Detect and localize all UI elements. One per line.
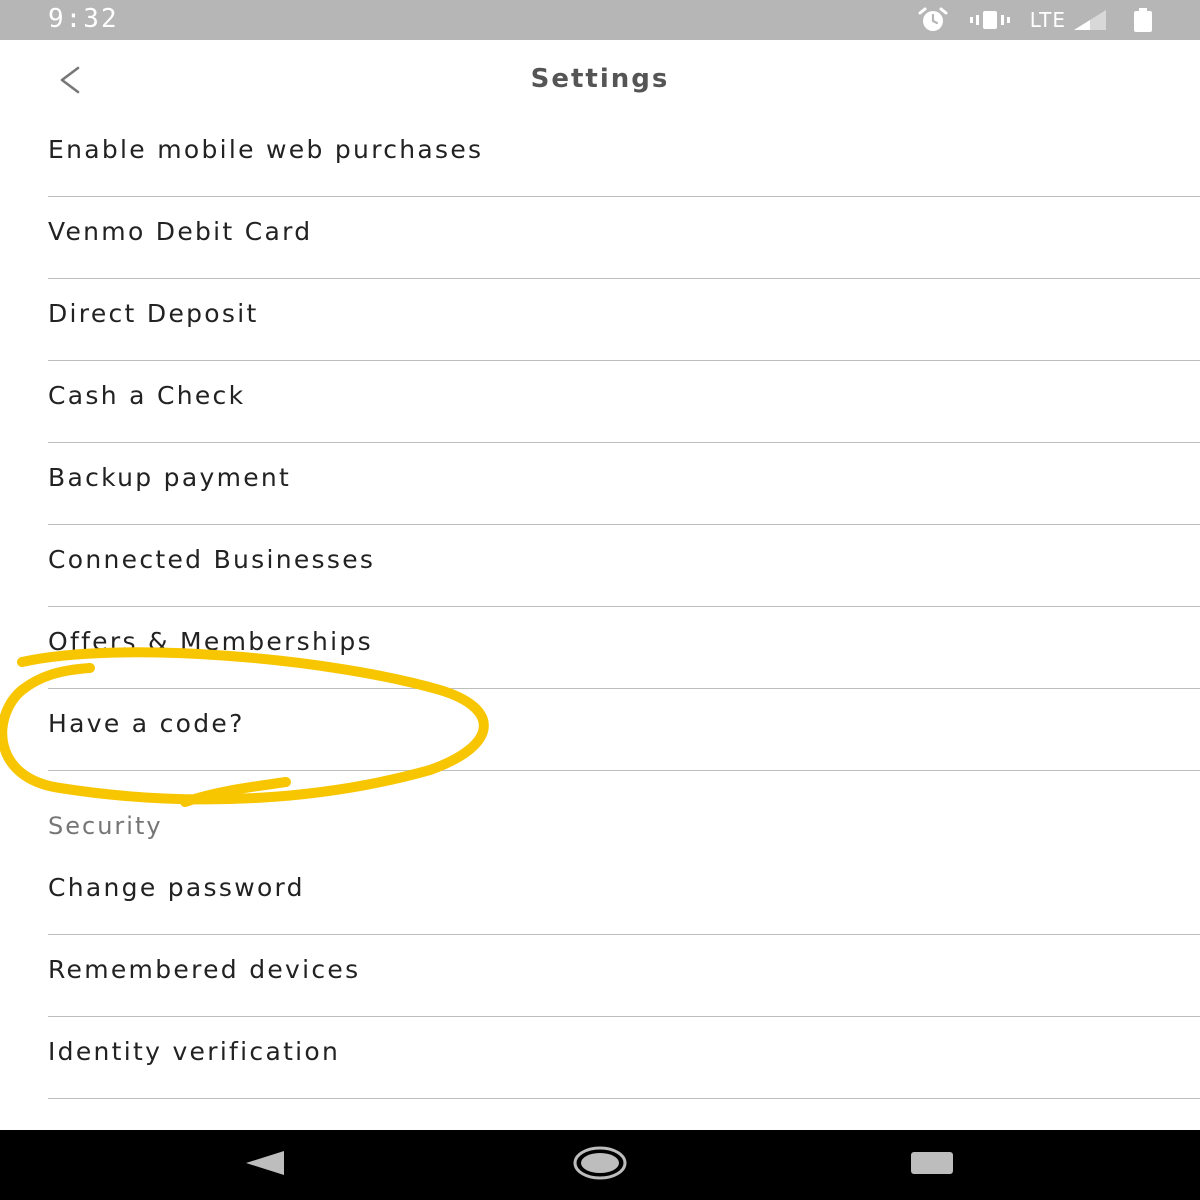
security-item-label: Identity verification: [48, 1037, 341, 1066]
network-type-label: LTE: [1029, 8, 1066, 32]
security-item-remembered-devices[interactable]: Remembered devices: [48, 935, 1200, 1017]
navigation-bar: [0, 1130, 1200, 1200]
security-item-label: Change password: [48, 873, 305, 902]
settings-item-backup-payment[interactable]: Backup payment: [48, 443, 1200, 525]
signal-icon: [1072, 8, 1108, 32]
nav-home-button[interactable]: [560, 1142, 640, 1188]
section-header-security: Security: [48, 812, 163, 840]
settings-item-label: Direct Deposit: [48, 299, 259, 328]
settings-item-enable-mobile-web-purchases[interactable]: Enable mobile web purchases: [48, 115, 1200, 197]
settings-item-label: Venmo Debit Card: [48, 217, 313, 246]
settings-item-connected-businesses[interactable]: Connected Businesses: [48, 525, 1200, 607]
nav-back-button[interactable]: [225, 1142, 305, 1188]
settings-item-label: Enable mobile web purchases: [48, 135, 484, 164]
security-item-label: Remembered devices: [48, 955, 361, 984]
settings-item-have-a-code[interactable]: Have a code?: [48, 689, 1200, 771]
settings-item-offers-memberships[interactable]: Offers & Memberships: [48, 607, 1200, 689]
status-icons: LTE: [916, 6, 1154, 34]
page-title: Settings: [530, 64, 670, 94]
alarm-icon: [916, 7, 950, 33]
settings-item-label: Have a code?: [48, 709, 245, 738]
back-triangle-icon: [242, 1148, 288, 1182]
status-bar: 9:32 LTE: [0, 0, 1200, 40]
settings-item-label: Connected Businesses: [48, 545, 376, 574]
battery-icon: [1132, 7, 1154, 33]
settings-item-label: Offers & Memberships: [48, 627, 373, 656]
settings-item-label: Backup payment: [48, 463, 292, 492]
security-item-identity-verification[interactable]: Identity verification: [48, 1017, 1200, 1099]
security-item-change-password[interactable]: Change password: [48, 853, 1200, 935]
vibrate-icon: [968, 9, 1012, 31]
home-circle-icon: [572, 1145, 628, 1185]
settings-item-direct-deposit[interactable]: Direct Deposit: [48, 279, 1200, 361]
app-bar: Settings: [0, 40, 1200, 124]
status-time: 9:32: [48, 4, 119, 34]
nav-recents-button[interactable]: [892, 1142, 972, 1188]
settings-item-venmo-debit-card[interactable]: Venmo Debit Card: [48, 197, 1200, 279]
settings-item-cash-a-check[interactable]: Cash a Check: [48, 361, 1200, 443]
recents-square-icon: [909, 1150, 955, 1180]
settings-item-label: Cash a Check: [48, 381, 246, 410]
settings-screen: 9:32 LTE Settings Enable mobile web purc…: [0, 0, 1200, 1200]
